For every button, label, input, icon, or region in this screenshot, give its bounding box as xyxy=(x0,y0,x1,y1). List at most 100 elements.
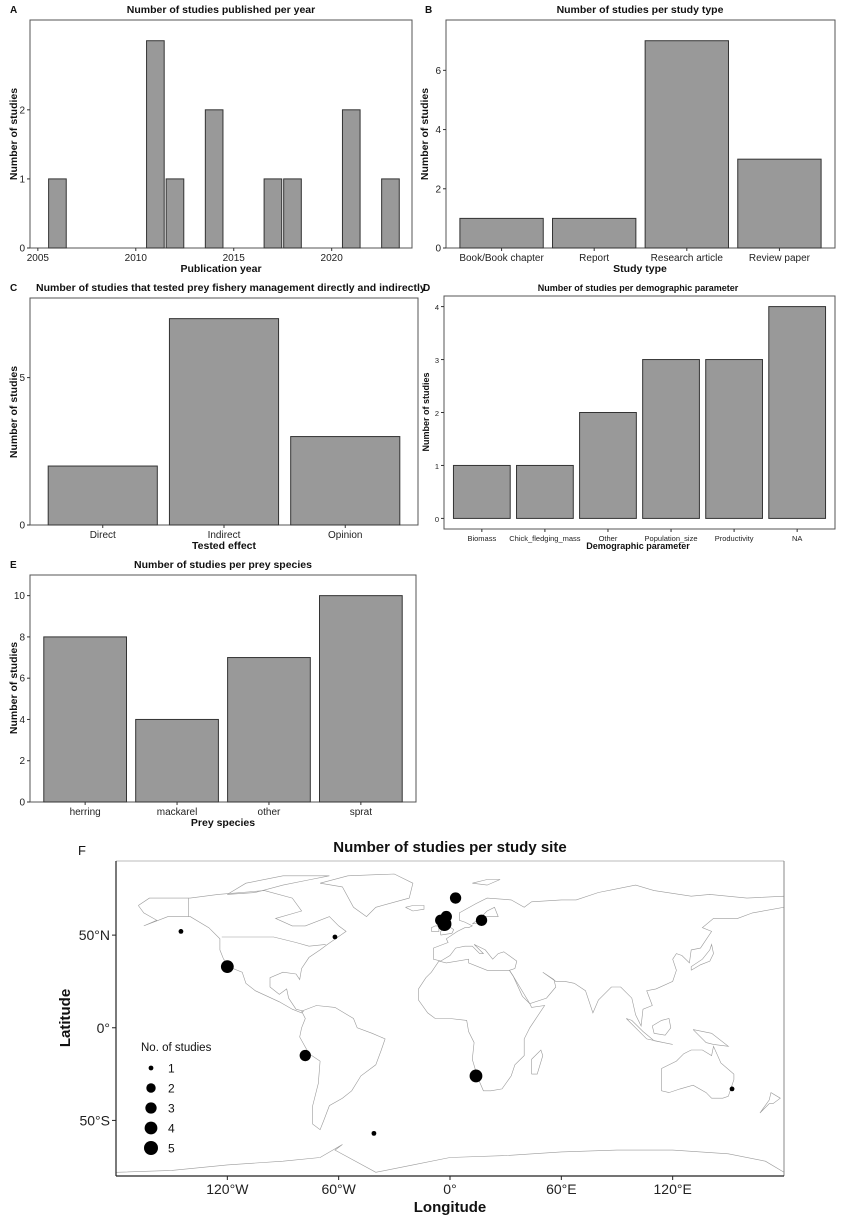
panel-c-tested-effect: C Number of studies that tested prey fis… xyxy=(8,282,426,552)
y-tick-label: 6 xyxy=(435,66,441,77)
bar-2014 xyxy=(204,109,224,249)
legend-key-1 xyxy=(148,1065,154,1071)
chart-title-a: Number of studies published per year xyxy=(127,4,315,16)
map-title: Number of studies per study site xyxy=(333,839,566,856)
panel-label-d: D xyxy=(423,283,430,294)
x-tick-label: NA xyxy=(792,534,802,543)
x-axis-label-e: Prey species xyxy=(191,817,255,829)
x-tick-label: 2020 xyxy=(321,253,344,264)
plot-area-a: 0 1 2 2005 2010 2015 2020 xyxy=(19,19,413,264)
panel-f-study-site-map: F Number of studies per study site Longi… xyxy=(57,839,785,1216)
coastline-eurasia xyxy=(432,884,785,1027)
legend-title: No. of studies xyxy=(141,1042,212,1054)
bar-2021 xyxy=(341,109,361,249)
x-tick-label: Biomass xyxy=(467,534,496,543)
y-tick-label: 2 xyxy=(435,409,439,418)
x-tick-label: Review paper xyxy=(749,253,811,264)
bar-research-article xyxy=(644,40,729,249)
x-axis-label-c: Tested effect xyxy=(192,540,256,552)
x-tick-label: Direct xyxy=(90,530,116,541)
y-tick-label: 1 xyxy=(435,462,439,471)
y-tick-label: 0 xyxy=(19,521,25,532)
coastline-new-guinea xyxy=(692,1029,730,1047)
study-site-point xyxy=(449,892,462,904)
coastline-africa xyxy=(418,958,546,1092)
map-x-tick-label: 60°E xyxy=(546,1181,577,1197)
panel-e-prey-species: E Number of studies per prey species Pre… xyxy=(8,559,417,829)
bar-2023 xyxy=(381,178,400,249)
panel-d-demographic-parameter: D Number of studies per demographic para… xyxy=(421,283,836,551)
x-tick-label: Other xyxy=(599,534,618,543)
bar-direct xyxy=(47,465,158,526)
coastline-ireland xyxy=(431,925,440,932)
legend-key-4 xyxy=(144,1121,158,1135)
y-tick-label: 4 xyxy=(435,125,441,136)
legend-label: 5 xyxy=(168,1142,175,1156)
x-tick-label: Productivity xyxy=(715,534,754,543)
study-site-point xyxy=(299,1049,311,1062)
coastline-antarctica xyxy=(115,1144,785,1173)
bar-sprat xyxy=(319,595,403,803)
legend-key-2 xyxy=(146,1083,156,1093)
study-site-point xyxy=(475,914,488,926)
x-tick-label: Population_size xyxy=(645,534,698,543)
y-tick-label: 6 xyxy=(19,674,25,685)
map-x-tick-label: 120°W xyxy=(206,1181,249,1197)
y-tick-label: 4 xyxy=(435,303,439,312)
map-x-axis-label: Longitude xyxy=(414,1199,486,1216)
study-site-point xyxy=(332,934,338,940)
bar-chick-fledging-mass xyxy=(516,464,574,519)
study-site-point xyxy=(469,1069,483,1083)
map-x-tick-label: 0° xyxy=(443,1181,456,1197)
y-tick-label: 2 xyxy=(19,105,25,116)
bar-mackarel xyxy=(135,718,219,803)
y-tick-label: 5 xyxy=(19,373,25,384)
bar-other xyxy=(227,657,311,803)
bar-book-book-chapter xyxy=(459,217,544,249)
bar-2018 xyxy=(283,178,302,249)
bar-2012 xyxy=(165,178,185,249)
map-y-tick-label: 0° xyxy=(97,1020,110,1036)
x-tick-label: Chick_fledging_mass xyxy=(509,534,581,543)
y-tick-label: 0 xyxy=(19,798,25,809)
coastline-borneo-newguinea xyxy=(652,1018,672,1036)
study-site-point xyxy=(371,1130,377,1136)
bar-opinion xyxy=(290,436,401,526)
map-y-tick-label: 50°S xyxy=(79,1112,110,1128)
bar-other xyxy=(579,412,637,519)
coastline-south-america xyxy=(299,1005,386,1131)
map-x-tick-label: 120°E xyxy=(654,1181,692,1197)
y-tick-label: 0 xyxy=(435,515,439,524)
x-tick-label: Opinion xyxy=(328,530,362,541)
y-axis-label-c: Number of studies xyxy=(8,366,20,458)
coastline-greenland xyxy=(320,873,414,917)
plot-area-c: 0 5 Direct Indirect Opinion xyxy=(19,297,419,541)
panel-label-a: A xyxy=(10,5,17,16)
chart-title-c: Number of studies that tested prey fishe… xyxy=(36,282,426,294)
legend-label: 1 xyxy=(168,1062,175,1076)
x-tick-label: Indirect xyxy=(208,530,241,541)
plot-area-e: 0 2 4 6 8 10 herring mackarel other sprat xyxy=(14,574,417,818)
coastline-new-zealand xyxy=(759,1092,781,1114)
legend-label: 2 xyxy=(168,1082,175,1096)
y-tick-label: 1 xyxy=(19,174,25,185)
y-axis-label-d: Number of studies xyxy=(421,372,431,451)
y-tick-label: 4 xyxy=(19,715,25,726)
y-tick-label: 10 xyxy=(14,591,26,602)
bar-2017 xyxy=(263,178,283,249)
panel-label-f: F xyxy=(78,843,86,858)
bar-2011 xyxy=(146,40,165,249)
bar-indirect xyxy=(168,318,280,526)
x-tick-label: mackarel xyxy=(157,807,198,818)
bar-productivity xyxy=(705,359,763,519)
legend-label: 3 xyxy=(168,1102,175,1116)
y-axis-label-e: Number of studies xyxy=(8,642,20,734)
bar-biomass xyxy=(452,464,511,519)
x-tick-label: Research article xyxy=(651,253,724,264)
chart-title-d: Number of studies per demographic parame… xyxy=(538,283,739,293)
y-tick-label: 8 xyxy=(19,632,25,643)
coastline-north-america xyxy=(138,890,347,1014)
panel-label-e: E xyxy=(10,560,17,571)
x-axis-label-b: Study type xyxy=(613,263,667,275)
coastline-central-us-border xyxy=(221,936,326,947)
